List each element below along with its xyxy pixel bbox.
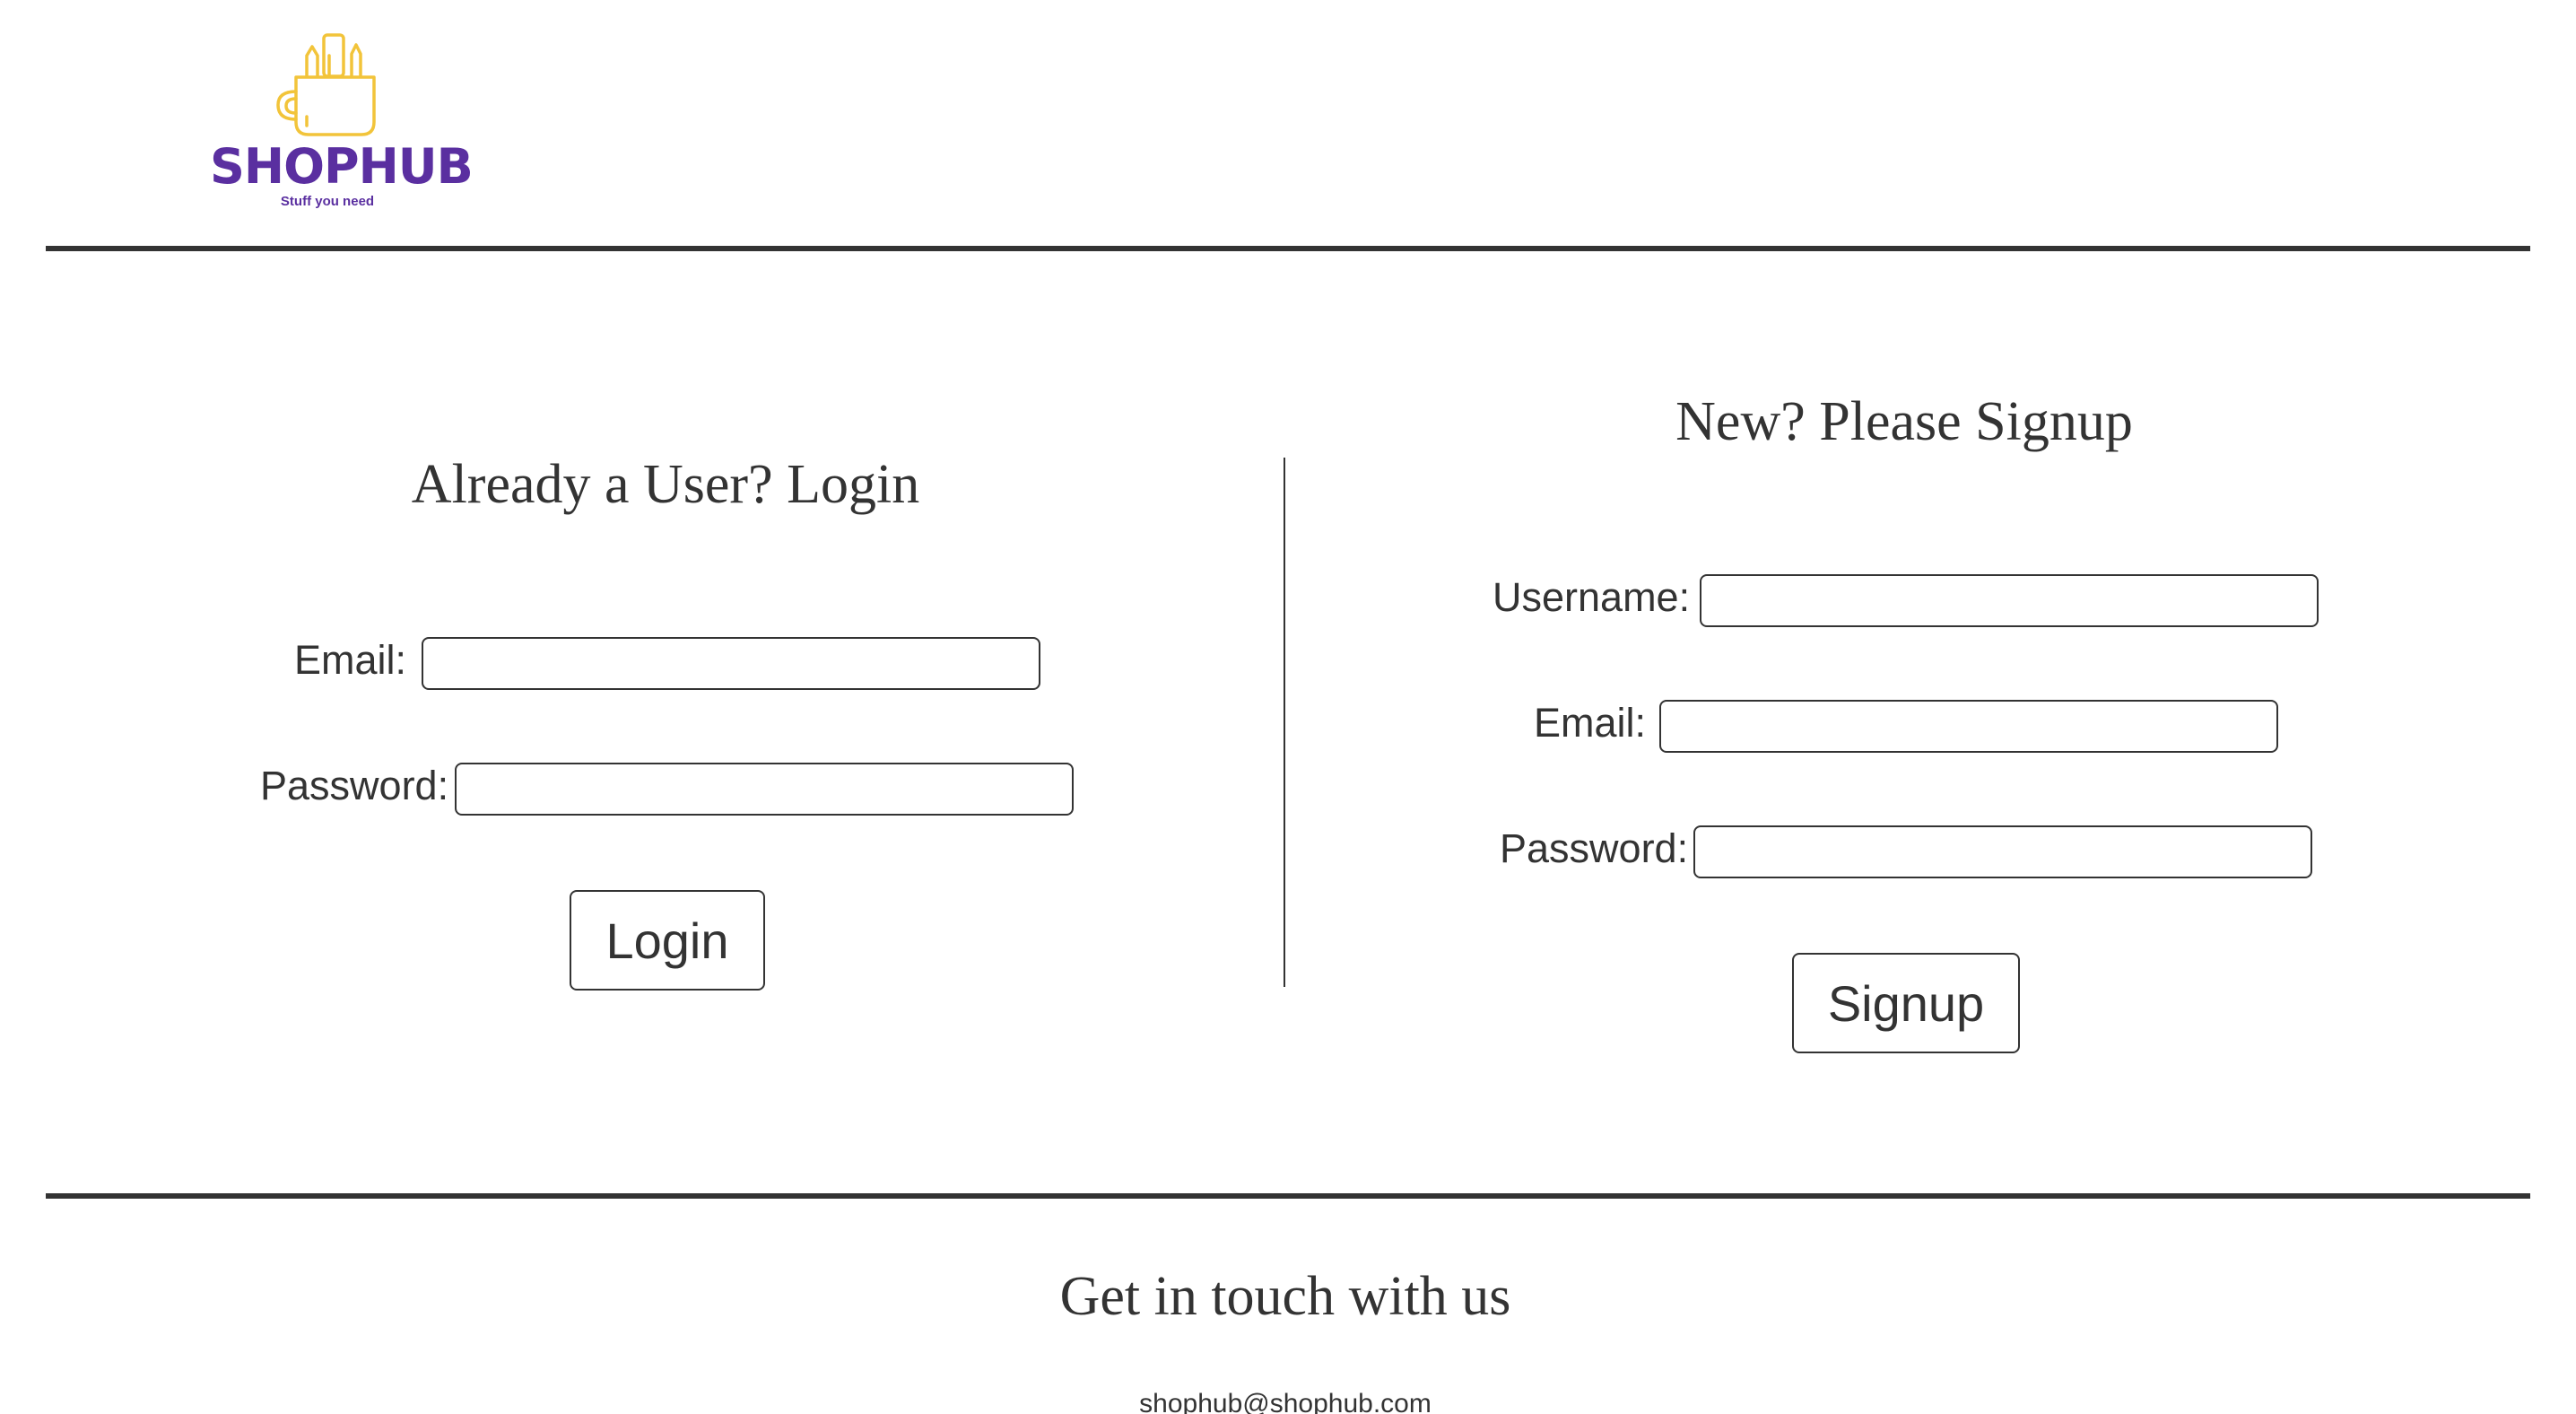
signup-username-label: Username:	[1493, 574, 1691, 620]
login-email-input[interactable]	[422, 637, 1040, 690]
signup-button[interactable]: Signup	[1792, 953, 2020, 1053]
login-button[interactable]: Login	[570, 890, 765, 991]
signup-username-input[interactable]	[1700, 574, 2319, 627]
header-divider	[46, 246, 2530, 251]
section-divider	[1284, 458, 1285, 987]
login-heading: Already a User? Login	[411, 454, 920, 515]
login-email-label: Email:	[294, 637, 407, 683]
brand-name: SHOPHUB	[210, 138, 474, 195]
signup-email-input[interactable]	[1659, 700, 2278, 753]
login-password-label: Password:	[260, 763, 449, 808]
signup-password-input[interactable]	[1693, 825, 2312, 878]
signup-email-label: Email:	[1534, 700, 1647, 746]
brand-tagline: Stuff you need	[280, 194, 375, 209]
site-logo[interactable]: SHOPHUB Stuff you need	[206, 29, 474, 217]
contact-heading: Get in touch with us	[1059, 1266, 1511, 1327]
signup-password-label: Password:	[1500, 825, 1689, 871]
contact-email-link[interactable]: shophub@shophub.com	[1139, 1389, 1432, 1414]
login-password-input[interactable]	[455, 763, 1074, 816]
footer-divider	[46, 1193, 2530, 1199]
signup-heading: New? Please Signup	[1675, 391, 2133, 452]
